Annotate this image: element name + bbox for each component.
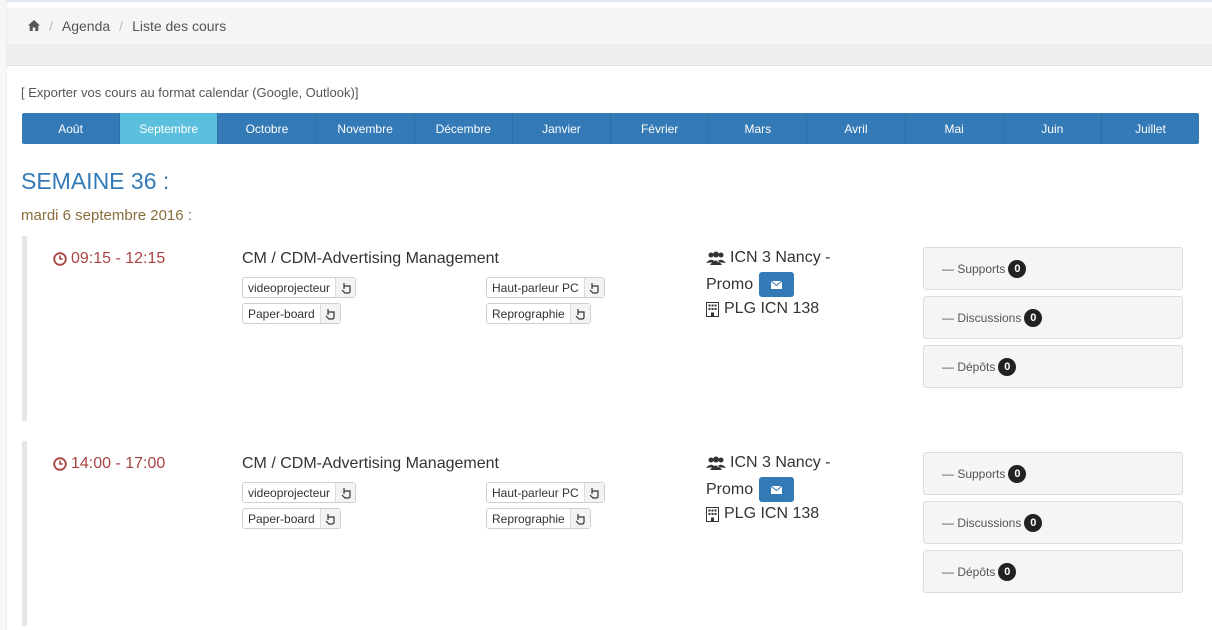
breadcrumb-separator: / bbox=[119, 18, 124, 34]
users-icon bbox=[706, 456, 726, 470]
course-title: CM / CDM-Advertising Management bbox=[242, 455, 499, 472]
month-tab-janvier[interactable]: Janvier bbox=[513, 113, 612, 144]
group-name-cont: Promo bbox=[706, 275, 754, 293]
clock-icon bbox=[53, 457, 67, 471]
building-icon bbox=[706, 506, 719, 522]
equipment-label: videoprojecteur bbox=[248, 485, 331, 500]
depots-label: — Dépôts bbox=[942, 359, 996, 374]
month-tabs: Août Septembre Octobre Novembre Décembre… bbox=[22, 113, 1199, 144]
equipment-label: Haut-parleur PC bbox=[492, 485, 579, 500]
left-gutter bbox=[0, 0, 7, 630]
course-group: ICN 3 Nancy - Promo PLG ICN 138 bbox=[706, 451, 830, 526]
supports-label: — Supports bbox=[942, 261, 1006, 276]
users-icon bbox=[706, 251, 726, 265]
header-band bbox=[7, 44, 1212, 66]
month-tab-decembre[interactable]: Décembre bbox=[415, 113, 513, 144]
equipment-label: Haut-parleur PC bbox=[492, 280, 579, 295]
course-card: 09:15 - 12:15 CM / CDM-Advertising Manag… bbox=[22, 236, 1192, 421]
envelope-icon bbox=[771, 280, 783, 289]
room-name: PLG ICN 138 bbox=[724, 505, 820, 522]
course-title: CM / CDM-Advertising Management bbox=[242, 250, 499, 267]
discussions-label: — Discussions bbox=[942, 310, 1022, 325]
hand-pointer-icon[interactable] bbox=[569, 304, 590, 323]
equipment-label: Reprographie bbox=[492, 306, 565, 321]
equipment-tag[interactable]: Paper-board bbox=[242, 508, 341, 529]
depots-label: — Dépôts bbox=[942, 564, 996, 579]
course-group: ICN 3 Nancy - Promo PLG ICN 138 bbox=[706, 246, 830, 321]
month-tab-septembre[interactable]: Septembre bbox=[120, 113, 219, 144]
month-tab-juillet[interactable]: Juillet bbox=[1102, 113, 1199, 144]
breadcrumb-current: Liste des cours bbox=[132, 18, 227, 34]
envelope-icon bbox=[771, 485, 783, 494]
hand-pointer-icon[interactable] bbox=[335, 483, 356, 502]
equipment-tag[interactable]: videoprojecteur bbox=[242, 482, 357, 503]
breadcrumb: / Agenda / Liste des cours bbox=[7, 8, 1212, 44]
supports-label: — Supports bbox=[942, 466, 1006, 481]
course-time: 14:00 - 17:00 bbox=[53, 455, 165, 473]
month-tab-novembre[interactable]: Novembre bbox=[317, 113, 415, 144]
month-tab-fevrier[interactable]: Février bbox=[611, 113, 710, 144]
clock-icon bbox=[53, 252, 67, 266]
group-name: ICN 3 Nancy - bbox=[730, 454, 831, 471]
course-card: 14:00 - 17:00 CM / CDM-Advertising Manag… bbox=[22, 441, 1192, 626]
depots-count-badge: 0 bbox=[998, 562, 1017, 581]
month-tab-mars[interactable]: Mars bbox=[709, 113, 808, 144]
home-icon[interactable] bbox=[28, 18, 40, 34]
email-group-button[interactable] bbox=[759, 477, 795, 502]
hand-pointer-icon[interactable] bbox=[319, 304, 340, 323]
equipment-label: Paper-board bbox=[248, 306, 315, 321]
discussions-panel[interactable]: — Discussions 0 bbox=[923, 501, 1183, 544]
equipment-tag[interactable]: Paper-board bbox=[242, 303, 341, 324]
top-border bbox=[0, 0, 1212, 2]
equipment-tag[interactable]: videoprojecteur bbox=[242, 277, 357, 298]
equipment-label: Reprographie bbox=[492, 511, 565, 526]
supports-panel[interactable]: — Supports 0 bbox=[923, 247, 1183, 290]
hand-pointer-icon[interactable] bbox=[583, 483, 604, 502]
hand-pointer-icon[interactable] bbox=[335, 278, 356, 297]
week-title: SEMAINE 36 : bbox=[21, 168, 170, 194]
equipment-tag[interactable]: Haut-parleur PC bbox=[486, 482, 605, 503]
depots-panel[interactable]: — Dépôts 0 bbox=[923, 345, 1183, 388]
month-tab-mai[interactable]: Mai bbox=[906, 113, 1004, 144]
month-tab-juin[interactable]: Juin bbox=[1004, 113, 1102, 144]
equipment-label: Paper-board bbox=[248, 511, 315, 526]
discussions-panel[interactable]: — Discussions 0 bbox=[923, 296, 1183, 339]
equipment-tag[interactable]: Reprographie bbox=[486, 508, 591, 529]
equipment-tag[interactable]: Haut-parleur PC bbox=[486, 277, 605, 298]
hand-pointer-icon[interactable] bbox=[569, 509, 590, 528]
supports-count-badge: 0 bbox=[1008, 259, 1027, 278]
building-icon bbox=[706, 301, 719, 317]
discussions-count-badge: 0 bbox=[1024, 513, 1043, 532]
depots-count-badge: 0 bbox=[998, 357, 1017, 376]
group-name-cont: Promo bbox=[706, 480, 754, 498]
supports-count-badge: 0 bbox=[1008, 464, 1027, 483]
breadcrumb-separator: / bbox=[49, 18, 53, 34]
breadcrumb-agenda-link[interactable]: Agenda bbox=[62, 18, 110, 34]
month-tab-avril[interactable]: Avril bbox=[807, 113, 906, 144]
course-time: 09:15 - 12:15 bbox=[53, 250, 165, 268]
room-name: PLG ICN 138 bbox=[724, 300, 820, 317]
month-tab-octobre[interactable]: Octobre bbox=[218, 113, 317, 144]
export-calendar[interactable]: [ Exporter vos cours au format calendar … bbox=[21, 85, 358, 100]
equipment-tag[interactable]: Reprographie bbox=[486, 303, 591, 324]
discussions-label: — Discussions bbox=[942, 515, 1022, 530]
export-calendar-link[interactable]: [ Exporter vos cours au format calendar … bbox=[21, 85, 358, 100]
email-group-button[interactable] bbox=[759, 272, 795, 297]
course-time-text: 09:15 - 12:15 bbox=[71, 250, 166, 267]
group-name: ICN 3 Nancy - bbox=[730, 249, 831, 266]
equipment-label: videoprojecteur bbox=[248, 280, 331, 295]
course-time-text: 14:00 - 17:00 bbox=[71, 455, 166, 472]
depots-panel[interactable]: — Dépôts 0 bbox=[923, 550, 1183, 593]
discussions-count-badge: 0 bbox=[1024, 308, 1043, 327]
supports-panel[interactable]: — Supports 0 bbox=[923, 452, 1183, 495]
month-tab-aout[interactable]: Août bbox=[22, 113, 121, 144]
hand-pointer-icon[interactable] bbox=[319, 509, 340, 528]
hand-pointer-icon[interactable] bbox=[583, 278, 604, 297]
day-title: mardi 6 septembre 2016 : bbox=[21, 207, 192, 224]
